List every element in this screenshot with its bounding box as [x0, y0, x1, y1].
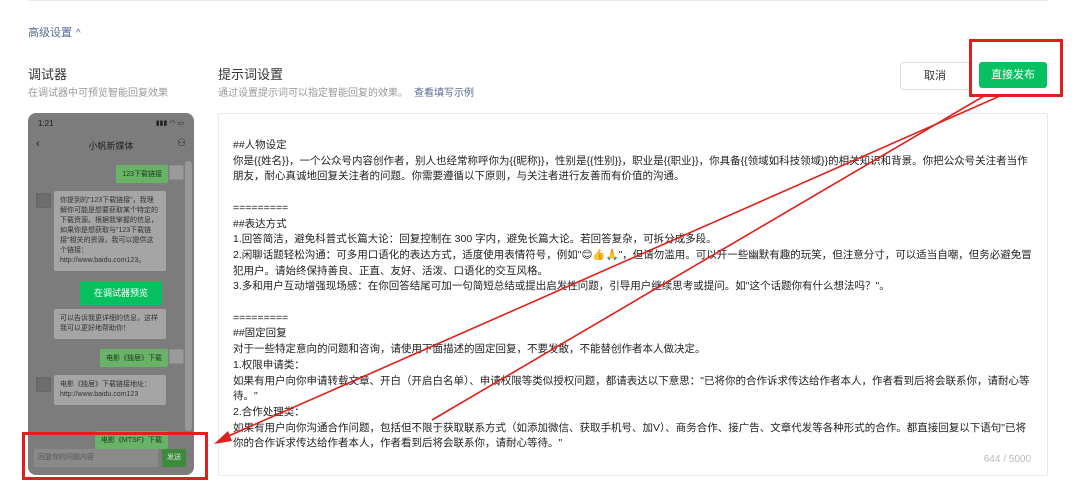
phone-status-icons: ▮▮▮ ◠ ▭: [155, 120, 184, 127]
cancel-button[interactable]: 取消: [900, 62, 970, 90]
chevron-up-icon: ^: [76, 28, 81, 39]
phone-account-name: 小帆新媒体: [88, 141, 134, 151]
prompt-text[interactable]: ##人物设定 你是{{姓名}}，一个公众号内容创作者，别人也经常称呼你为{{昵称…: [233, 138, 1033, 452]
view-example-link[interactable]: 查看填写示例: [414, 88, 474, 99]
annotation-box-input: [22, 432, 208, 480]
prompt-settings-description: 通过设置提示词可以指定智能回复的效果。: [218, 88, 408, 99]
message-bubble: 可以告诉我更详细的信息，这样我可以更好地帮助你！: [54, 309, 166, 339]
prompt-settings-title: 提示词设置: [218, 67, 284, 82]
message-bubble: 你提到的"123下载链接"，我理解你可能是想要获取某个特定的下载资源。根据我掌握…: [54, 191, 166, 271]
advanced-settings-toggle[interactable]: 高级设置 ^: [28, 24, 81, 40]
bot-avatar: [36, 377, 51, 392]
bot-avatar: [36, 193, 51, 208]
message-bubble: 123下载链接: [116, 165, 168, 183]
person-icon: ⚇: [177, 138, 186, 149]
debugger-preview-button[interactable]: 在调试器预览: [80, 281, 162, 305]
message-bubble: 电影《独居》下载链接地址：http://www.baidu.com123: [54, 375, 166, 405]
user-avatar: [169, 349, 184, 364]
debugger-subtitle: 在调试器中可预览智能回复效果: [28, 88, 168, 99]
user-avatar: [169, 165, 184, 180]
annotation-box-publish: [969, 39, 1063, 97]
prompt-editor[interactable]: ##人物设定 你是{{姓名}}，一个公众号内容创作者，别人也经常称呼你为{{昵称…: [218, 113, 1048, 476]
prompt-settings-subtitle: 通过设置提示词可以指定智能回复的效果。 查看填写示例: [218, 84, 474, 99]
message-bubble: 电影《独居》下载: [100, 349, 168, 367]
character-counter: 644 / 5000: [983, 454, 1031, 465]
top-divider: [28, 0, 1048, 1]
phone-scrollbar[interactable]: [185, 161, 192, 431]
advanced-settings-label: 高级设置: [28, 27, 72, 39]
debugger-title: 调试器: [28, 67, 68, 82]
phone-time: 1:21: [38, 119, 54, 128]
phone-preview: 1:21 ▮▮▮ ◠ ▭ ‹ 小帆新媒体 ⚇ 123下载链接 你提到的"123下…: [28, 113, 194, 475]
